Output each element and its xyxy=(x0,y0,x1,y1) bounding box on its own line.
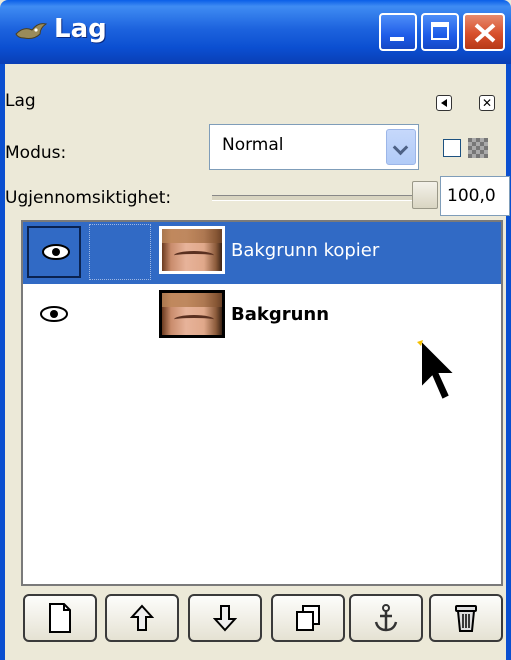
duplicate-layer-button[interactable] xyxy=(271,594,345,642)
visibility-toggle[interactable] xyxy=(27,290,81,342)
close-icon xyxy=(474,23,496,43)
delete-layer-button[interactable] xyxy=(429,594,503,642)
window-frame-right xyxy=(506,64,511,660)
panel-title: Lag xyxy=(5,91,36,111)
mouse-cursor-icon xyxy=(417,338,458,402)
chain-toggle[interactable] xyxy=(89,224,151,280)
raise-layer-button[interactable] xyxy=(105,594,179,642)
minimize-button[interactable] xyxy=(379,13,417,51)
mode-value: Normal xyxy=(222,135,284,155)
delete-layer-icon xyxy=(455,605,477,632)
maximize-button[interactable] xyxy=(421,13,459,51)
opacity-slider-handle[interactable] xyxy=(412,181,438,209)
layers-dialog: Lag ✕ Modus: Normal Ugjennomsiktighet: 1… xyxy=(5,64,510,660)
window-title-bar[interactable]: Lag xyxy=(0,0,511,64)
lower-layer-icon xyxy=(213,605,237,632)
mode-select[interactable]: Normal xyxy=(209,124,419,170)
raise-layer-icon xyxy=(130,604,154,631)
close-tab-button[interactable]: ✕ xyxy=(479,95,495,111)
opacity-label: Ugjennomsiktighet: xyxy=(5,188,172,208)
layer-name[interactable]: Bakgrunn xyxy=(231,304,329,325)
close-button[interactable] xyxy=(463,13,505,51)
eye-icon xyxy=(42,244,70,260)
duplicate-layer-icon xyxy=(296,605,320,631)
new-layer-icon xyxy=(49,603,71,633)
visibility-toggle[interactable] xyxy=(27,226,81,278)
layer-thumbnail xyxy=(159,226,225,274)
eye-icon xyxy=(40,306,68,322)
tab-menu-button[interactable] xyxy=(436,95,452,111)
mode-label: Modus: xyxy=(5,143,67,163)
lower-layer-button[interactable] xyxy=(188,594,262,642)
layer-row[interactable]: Bakgrunn kopier xyxy=(23,222,501,284)
layer-thumbnail xyxy=(159,290,225,338)
opacity-input[interactable]: 100,0 xyxy=(440,176,510,216)
opacity-slider[interactable] xyxy=(212,195,438,201)
keep-transparency-checkbox[interactable] xyxy=(443,139,461,157)
anchor-layer-icon xyxy=(374,604,398,632)
chain-toggle[interactable] xyxy=(89,288,151,344)
gimp-wilber-icon xyxy=(15,23,48,39)
transparency-checker-icon xyxy=(468,138,488,158)
new-layer-button[interactable] xyxy=(23,594,97,642)
anchor-layer-button[interactable] xyxy=(349,594,423,642)
layer-name[interactable]: Bakgrunn kopier xyxy=(231,240,379,261)
chevron-down-icon[interactable] xyxy=(386,129,416,165)
window-title: Lag xyxy=(54,14,107,44)
